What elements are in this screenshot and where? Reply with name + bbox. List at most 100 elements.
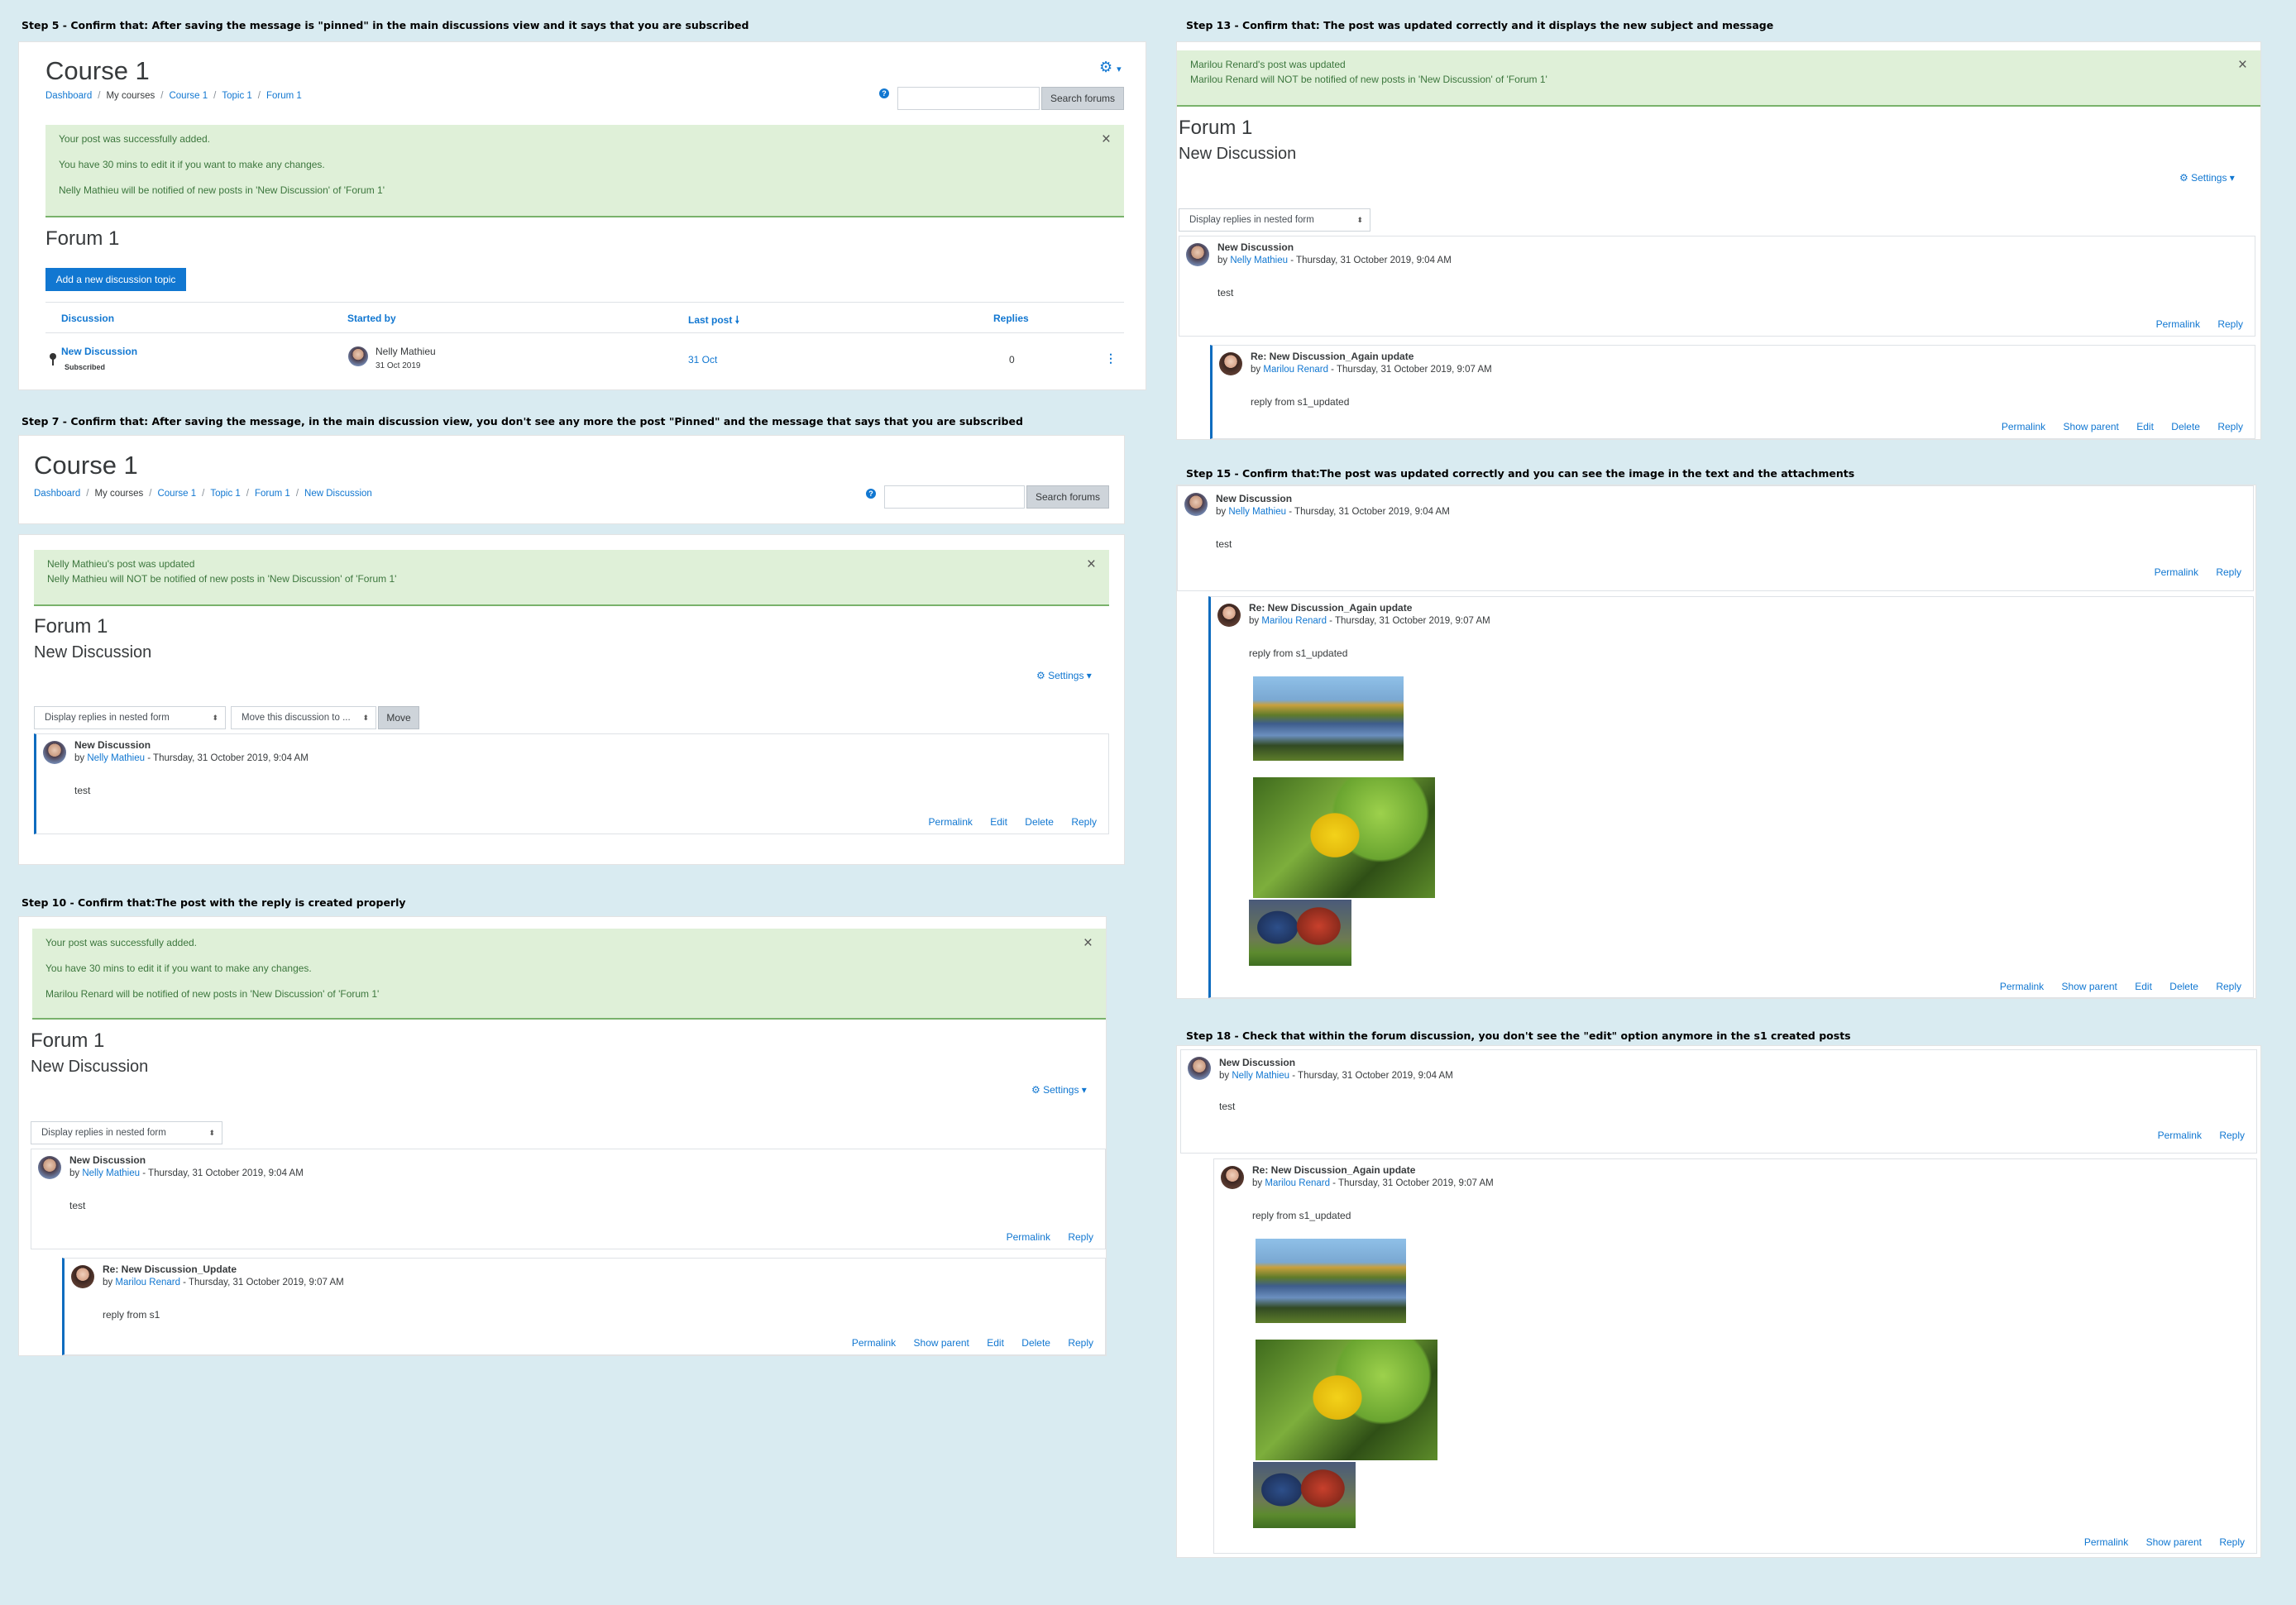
edit-link[interactable]: Edit [987,1337,1004,1349]
edit-link[interactable]: Edit [2136,421,2154,432]
close-icon[interactable]: × [1102,131,1111,147]
permalink-link[interactable]: Permalink [1007,1231,1050,1243]
search-forums-button[interactable]: Search forums [1026,485,1109,509]
forum-title: Forum 1 [31,1029,105,1052]
gear-icon: ⚙ [1031,1084,1040,1096]
edit-link[interactable]: Edit [990,816,1007,828]
show-parent-link[interactable]: Show parent [2062,981,2117,992]
author-link[interactable]: Nelly Mathieu [1232,1071,1289,1081]
author-link[interactable]: Marilou Renard [1261,616,1327,626]
reply-link[interactable]: Reply [2219,1536,2245,1548]
post-date: - Thursday, 31 October 2019, 9:04 AM [1289,1071,1453,1081]
add-discussion-button[interactable]: Add a new discussion topic [45,268,186,291]
balloon-attachment-image[interactable] [1253,1462,1356,1528]
col-replies[interactable]: Replies [993,313,1029,324]
author-link[interactable]: Marilou Renard [1265,1178,1330,1188]
reply-link[interactable]: Reply [2216,566,2241,578]
reply-link[interactable]: Reply [2217,421,2243,432]
author-name[interactable]: Nelly Mathieu [375,346,436,357]
close-icon[interactable]: × [1083,935,1093,951]
permalink-link[interactable]: Permalink [2002,421,2045,432]
help-icon[interactable]: ? [879,88,889,98]
delete-link[interactable]: Delete [1025,816,1054,828]
post-byline: by Marilou Renard - Thursday, 31 October… [103,1278,344,1287]
reply-link[interactable]: Reply [1071,816,1097,828]
author-link[interactable]: Nelly Mathieu [1228,507,1286,517]
reply-link[interactable]: Reply [1068,1231,1093,1243]
col-discussion[interactable]: Discussion [61,313,114,324]
crumb-course[interactable]: Course 1 [157,489,196,499]
move-button[interactable]: Move [378,706,419,729]
show-parent-link[interactable]: Show parent [2064,421,2119,432]
col-last-post[interactable]: Last post 🠗 [688,313,739,330]
permalink-link[interactable]: Permalink [852,1337,896,1349]
show-parent-link[interactable]: Show parent [2146,1536,2202,1548]
move-discussion-select[interactable]: Move this discussion to ... [231,706,376,729]
author-link[interactable]: Marilou Renard [1263,365,1328,375]
crumb-topic[interactable]: Topic 1 [222,91,251,101]
by-label: by [69,1168,80,1178]
help-icon[interactable]: ? [866,489,876,499]
discussion-link[interactable]: New Discussion [61,346,137,357]
avatar[interactable] [71,1265,94,1288]
avatar[interactable] [43,741,66,764]
permalink-link[interactable]: Permalink [2155,566,2198,578]
crumb-discussion[interactable]: New Discussion [304,489,372,499]
search-forums-button[interactable]: Search forums [1041,87,1124,110]
col-started-by[interactable]: Started by [347,313,396,324]
author-link[interactable]: Nelly Mathieu [1230,256,1288,265]
crumb-mycourses[interactable]: My courses [94,489,143,499]
close-icon[interactable]: × [2238,57,2247,73]
avatar[interactable] [1186,243,1209,266]
reply-link[interactable]: Reply [2217,318,2243,330]
permalink-link[interactable]: Permalink [2156,318,2200,330]
balloon-attachment-image[interactable] [1249,900,1351,966]
success-alert: Marilou Renard's post was updated Marilo… [1177,50,2260,107]
search-input[interactable] [897,87,1040,110]
crumb-forum[interactable]: Forum 1 [255,489,290,499]
display-mode-select[interactable]: Display replies in nested form [1179,208,1370,232]
author-link[interactable]: Marilou Renard [115,1278,180,1287]
crumb-forum[interactable]: Forum 1 [266,91,302,101]
show-parent-link[interactable]: Show parent [914,1337,969,1349]
post-date: - Thursday, 31 October 2019, 9:04 AM [145,753,309,763]
last-post-link[interactable]: 31 Oct [688,354,717,365]
settings-menu[interactable]: ⚙ Settings ▾ [1036,670,1092,681]
avatar[interactable] [38,1156,61,1179]
reply-link[interactable]: Reply [2216,981,2241,992]
delete-link[interactable]: Delete [1021,1337,1050,1349]
author-link[interactable]: Nelly Mathieu [82,1168,140,1178]
crumb-dashboard[interactable]: Dashboard [34,489,80,499]
close-icon[interactable]: × [1087,556,1096,572]
crumb-topic[interactable]: Topic 1 [210,489,240,499]
bird-image [1256,1340,1437,1460]
permalink-link[interactable]: Permalink [2000,981,2044,992]
avatar[interactable] [1184,493,1208,516]
author-link[interactable]: Nelly Mathieu [87,753,145,763]
permalink-link[interactable]: Permalink [2084,1536,2128,1548]
display-mode-select[interactable]: Display replies in nested form [34,706,226,729]
delete-link[interactable]: Delete [2169,981,2198,992]
more-actions-icon[interactable]: ⋮ [1105,351,1117,365]
delete-link[interactable]: Delete [2171,421,2200,432]
avatar[interactable] [1217,604,1241,627]
gear-icon[interactable]: ⚙ ▾ [1099,59,1122,76]
permalink-link[interactable]: Permalink [929,816,973,828]
avatar[interactable] [1188,1057,1211,1080]
crumb-mycourses[interactable]: My courses [106,91,155,101]
settings-menu[interactable]: ⚙ Settings ▾ [1031,1084,1087,1096]
search-input[interactable] [884,485,1025,509]
post-subject: New Discussion [1217,241,1294,253]
edit-link[interactable]: Edit [2135,981,2152,992]
display-mode-select[interactable]: Display replies in nested form [31,1121,222,1144]
avatar[interactable] [348,346,368,366]
crumb-course[interactable]: Course 1 [169,91,208,101]
crumb-dashboard[interactable]: Dashboard [45,91,92,101]
reply-link[interactable]: Reply [1068,1337,1093,1349]
post-date: - Thursday, 31 October 2019, 9:04 AM [1288,256,1452,265]
permalink-link[interactable]: Permalink [2158,1130,2202,1141]
avatar[interactable] [1221,1166,1244,1189]
reply-link[interactable]: Reply [2219,1130,2245,1141]
avatar[interactable] [1219,352,1242,375]
settings-menu[interactable]: ⚙ Settings ▾ [2179,172,2235,184]
